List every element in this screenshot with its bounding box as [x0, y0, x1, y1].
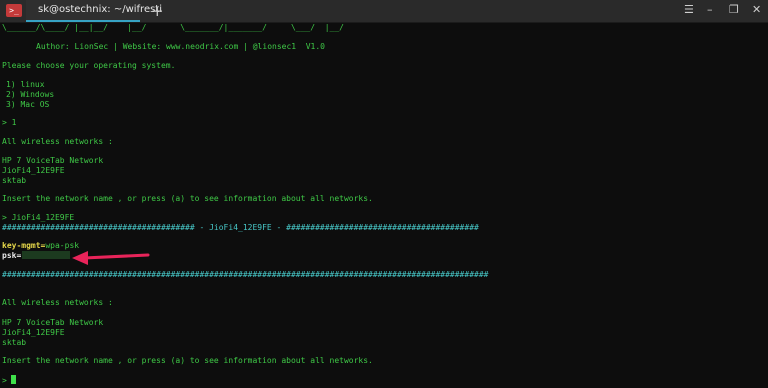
network-item: sktab [2, 176, 27, 185]
terminal-output[interactable]: \______/\____/ |__|__/ |__/ \_______/|__… [0, 22, 768, 388]
minimize-icon[interactable]: – [707, 3, 713, 16]
terminal-icon: >_ [6, 4, 22, 17]
close-icon[interactable]: ✕ [752, 3, 761, 16]
network-item: HP 7 VoiceTab Network [2, 156, 104, 165]
insert-network-prompt-2: Insert the network name , or press (a) t… [2, 356, 373, 365]
choose-os-text: Please choose your operating system. [2, 61, 176, 70]
network-item: HP 7 VoiceTab Network [2, 318, 104, 327]
network-item: JioFi4_12E9FE [2, 166, 65, 175]
network-item: JioFi4_12E9FE [2, 328, 65, 337]
arrow-shaft [82, 253, 150, 260]
os-option-macos: 3) Mac OS [6, 100, 50, 109]
psk-value-masked [22, 251, 71, 259]
psk-line: psk= [2, 251, 71, 261]
psk-key: psk= [2, 251, 22, 260]
tab-terminal[interactable]: sk@ostechnix: ~/wifresti [26, 0, 162, 22]
key-mgmt-key: key-mgmt= [2, 241, 46, 250]
hash-header: ########################################… [2, 223, 479, 232]
network-item: sktab [2, 338, 27, 347]
prompt-network-choice: > JioFi4_12E9FE [2, 213, 75, 222]
tab-title: sk@ostechnix: ~/wifresti [38, 4, 162, 15]
insert-network-prompt: Insert the network name , or press (a) t… [2, 194, 373, 203]
all-networks-heading-2: All wireless networks : [2, 298, 113, 307]
all-networks-heading: All wireless networks : [2, 137, 113, 146]
hamburger-menu-icon[interactable]: ☰ [684, 3, 694, 16]
key-mgmt-line: key-mgmt=wpa-psk [2, 241, 79, 251]
ascii-banner-tail: \______/\____/ |__|__/ |__/ \_______/|__… [2, 23, 344, 32]
terminal-cursor [10, 375, 16, 384]
os-option-windows: 2) Windows [6, 90, 55, 99]
final-prompt: > [2, 376, 7, 385]
maximize-icon[interactable]: ❐ [729, 3, 739, 16]
arrow-head [72, 251, 88, 265]
prompt-os-choice: > 1 [2, 118, 17, 127]
title-bar: >_ sk@ostechnix: ~/wifresti + ☰ – ❐ ✕ [0, 0, 768, 23]
author-line: Author: LionSec | Website: www.neodrix.c… [36, 42, 325, 51]
hash-footer: ########################################… [2, 270, 489, 279]
red-arrow-annotation [72, 251, 150, 265]
os-option-linux: 1) linux [6, 80, 45, 89]
final-prompt-line[interactable]: > [2, 375, 16, 386]
new-tab-plus-icon[interactable]: + [151, 2, 164, 20]
